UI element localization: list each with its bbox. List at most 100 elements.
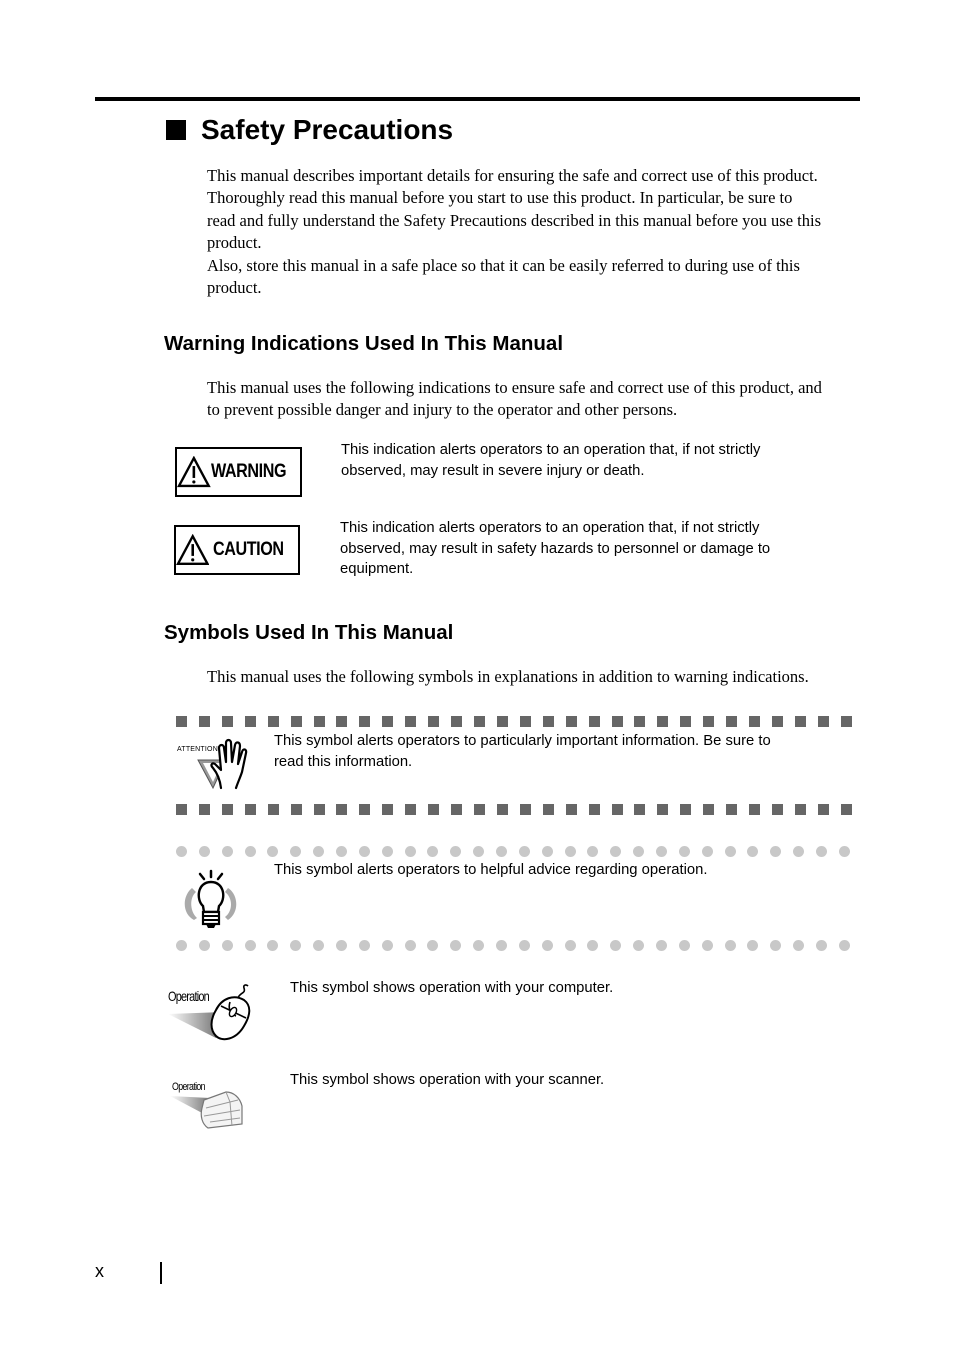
divider-square <box>726 716 738 727</box>
divider-dot <box>541 846 553 857</box>
divider-dot <box>496 846 508 857</box>
divider-dot <box>358 940 370 951</box>
divider-dot <box>404 940 416 951</box>
divider-dot <box>838 846 850 857</box>
divider-dot <box>656 940 668 951</box>
divider-square <box>176 804 187 815</box>
divider-square <box>290 804 302 815</box>
divider-square <box>313 716 325 727</box>
divider-dot <box>838 940 850 951</box>
divider-dot <box>633 940 645 951</box>
hint-bottom-divider <box>176 940 850 952</box>
page-title-text: Safety Precautions <box>201 114 454 145</box>
divider-square <box>794 804 806 815</box>
divider-square <box>771 804 783 815</box>
divider-square <box>771 716 783 727</box>
divider-dot <box>770 940 782 951</box>
attention-bottom-divider <box>176 804 852 815</box>
caution-text-line: This indication alerts operators to an o… <box>340 520 760 536</box>
divider-dot <box>473 940 485 951</box>
footer-rule <box>160 1262 162 1284</box>
divider-dot <box>747 940 759 951</box>
divider-dot <box>724 940 736 951</box>
warning-badge: WARNING <box>175 447 302 497</box>
attention-hand-icon: ATTENTION <box>175 736 260 792</box>
caution-description: This indication alerts operators to an o… <box>340 518 770 580</box>
divider-square <box>267 804 279 815</box>
divider-square <box>657 804 669 815</box>
warning-intro-line: to prevent possible danger and injury to… <box>207 400 678 420</box>
divider-square <box>244 804 256 815</box>
divider-dot <box>290 940 302 951</box>
divider-dot <box>564 940 576 951</box>
divider-square <box>703 716 715 727</box>
divider-dot <box>496 940 508 951</box>
divider-dot <box>587 846 599 857</box>
divider-square <box>473 716 485 727</box>
operation-scanner-description: This symbol shows operation with your sc… <box>290 1072 605 1088</box>
divider-square <box>336 716 348 727</box>
square-bullet-icon <box>166 120 186 140</box>
attention-top-divider <box>176 716 852 727</box>
intro-line: This manual describes important details … <box>207 166 818 185</box>
page-number: x <box>95 1261 104 1281</box>
warning-text-line: observed, may result in severe injury or… <box>341 462 645 479</box>
divider-square <box>244 716 256 727</box>
divider-square <box>496 804 508 815</box>
divider-square <box>817 804 829 815</box>
divider-dot <box>381 940 393 951</box>
symbols-section-intro: This manual uses the following symbols i… <box>207 667 809 686</box>
warning-section-intro: This manual uses the following indicatio… <box>207 377 822 422</box>
divider-square <box>794 716 806 727</box>
divider-square <box>428 804 440 815</box>
divider-square <box>336 804 348 815</box>
divider-dot <box>313 846 325 857</box>
divider-dot <box>450 940 462 951</box>
divider-dot <box>313 940 325 951</box>
warning-section-heading: Warning Indications Used In This Manual <box>164 332 564 355</box>
divider-square <box>313 804 325 815</box>
divider-square <box>542 804 554 815</box>
divider-square <box>221 804 233 815</box>
divider-dot <box>701 846 713 857</box>
divider-dot <box>244 940 256 951</box>
divider-square <box>221 716 233 727</box>
divider-dot <box>198 940 210 951</box>
caution-badge: CAUTION <box>174 525 300 575</box>
divider-dot <box>793 940 805 951</box>
divider-square <box>565 716 577 727</box>
divider-square <box>749 716 761 727</box>
symbols-section-heading: Symbols Used In This Manual <box>164 621 454 644</box>
divider-square <box>267 716 279 727</box>
divider-square <box>749 804 761 815</box>
divider-dot <box>267 846 279 857</box>
divider-square <box>703 804 715 815</box>
divider-square <box>519 716 531 727</box>
divider-dot <box>358 846 370 857</box>
scanner-icon: Operation <box>168 1078 248 1133</box>
divider-square <box>726 804 738 815</box>
divider-dot <box>678 940 690 951</box>
divider-square <box>451 804 463 815</box>
top-rule <box>95 97 860 101</box>
divider-square <box>382 716 394 727</box>
intro-line: product. <box>207 233 262 253</box>
hint-description: This symbol alerts operators to helpful … <box>274 862 708 878</box>
divider-dot <box>518 940 530 951</box>
mouse-icon: Operation <box>166 982 256 1044</box>
warning-badge-label: WARNING <box>210 461 287 482</box>
divider-dot <box>404 846 416 857</box>
divider-square <box>382 804 394 815</box>
intro-line: Also, store this manual in a safe place … <box>207 255 800 275</box>
divider-dot <box>793 846 805 857</box>
caution-text-line: equipment. <box>340 561 414 578</box>
intro-line: product. <box>207 278 262 298</box>
divider-dot <box>427 846 439 857</box>
lightbulb-icon <box>180 868 242 932</box>
divider-dot <box>518 846 530 857</box>
divider-dot <box>176 846 187 857</box>
divider-square <box>657 716 669 727</box>
divider-square <box>840 716 852 727</box>
divider-dot <box>198 846 210 857</box>
divider-dot <box>816 940 828 951</box>
